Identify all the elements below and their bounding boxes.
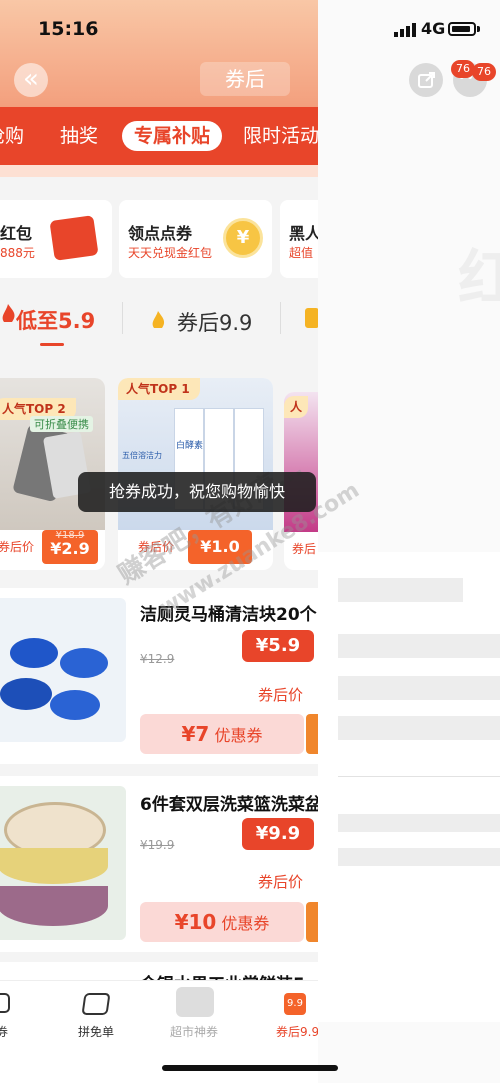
tab-qianggou[interactable]: 抢购 [0, 121, 24, 151]
home-indicator[interactable] [162, 1065, 338, 1071]
signal-icon [394, 22, 416, 37]
hero-faded-text: 券后 [200, 62, 290, 96]
product-tag: 可折叠便携 [30, 416, 93, 432]
red-envelope-icon [49, 215, 99, 261]
skeleton-line [338, 848, 500, 866]
coupon-button[interactable]: ¥7 优惠券 [140, 714, 304, 754]
supermarket-icon[interactable] [176, 987, 214, 1017]
coupon-icon[interactable] [0, 993, 10, 1013]
skeleton-line [338, 814, 500, 832]
toast-message: 抢券成功，祝您购物愉快 [78, 472, 316, 512]
wash-basket-image [0, 786, 126, 940]
coupon-edge[interactable] [306, 902, 318, 942]
category-icon [305, 308, 318, 328]
category-low-59[interactable]: 低至5.9 [16, 305, 95, 335]
tab-underbar [0, 165, 318, 177]
feature-title: 领点点券 [128, 224, 193, 243]
feature-title: 黑人 [289, 224, 318, 243]
list-item[interactable]: 洁厕灵马桶清洁块20个 ¥12.9 ¥5.9 券后价 ¥7 优惠券 [0, 588, 318, 764]
tab-choujiang[interactable]: 抽奖 [60, 121, 98, 151]
feature-card-hongbao[interactable]: 红包 888元 [0, 200, 112, 278]
tabbar-label[interactable]: 券 [0, 1023, 8, 1040]
battery-icon [448, 22, 476, 36]
coupon-edge[interactable] [306, 714, 318, 754]
flame-icon [150, 308, 168, 330]
discount-price: ¥5.9 [242, 630, 314, 662]
popularity-badge: 人 [284, 396, 309, 418]
skeleton-line [338, 578, 463, 602]
feature-subtitle: 超值 [289, 246, 314, 260]
category-divider [280, 302, 281, 334]
after-coupon-label: 券后 [292, 542, 317, 556]
skeleton-divider [338, 776, 500, 777]
back-button[interactable]: « [14, 63, 48, 97]
toilet-cleaner-image [0, 598, 126, 742]
after-99-icon[interactable]: 9.9 [284, 993, 306, 1015]
feature-subtitle: 天天兑现金红包 [128, 246, 213, 260]
after-coupon-label: 券后价 [258, 686, 304, 704]
coin-icon: ¥ [223, 218, 263, 258]
share-icon [418, 72, 435, 88]
item-title: 6件套双层洗菜篮洗菜盆 [140, 795, 318, 815]
share-button[interactable] [409, 63, 443, 97]
network-type: 4G [421, 19, 446, 38]
tab-xianshi-huodong[interactable]: 限时活动 [243, 121, 318, 151]
original-price: ¥12.9 [140, 652, 175, 666]
original-price: ¥19.9 [140, 838, 175, 852]
tabbar-label[interactable]: 拼免单 [78, 1023, 114, 1040]
after-coupon-label: 券后价 [258, 873, 304, 891]
tab-zhuanshu-butie[interactable]: 专属补贴 [122, 121, 223, 151]
feature-subtitle: 888元 [0, 246, 35, 260]
tab-bar: 抢购 抽奖 专属补贴 限时活动 [0, 107, 318, 165]
skeleton-line [338, 676, 500, 700]
discount-price: ¥9.9 [242, 818, 314, 850]
feature-title: 红包 [0, 224, 33, 243]
battery-tip [477, 26, 480, 32]
category-divider [122, 302, 123, 334]
status-bar: 15:16 4G [0, 0, 500, 60]
clock: 15:16 [38, 18, 99, 40]
category-active-indicator [40, 343, 64, 346]
tabbar-label[interactable]: 超市神券 [170, 1023, 218, 1040]
skeleton-line [338, 716, 500, 740]
loading-panel: 红 [318, 0, 500, 1083]
price-tag: ¥18.9 ¥2.9 [42, 530, 98, 564]
feature-card-heiren[interactable]: 黑人 超值 [280, 200, 318, 278]
popularity-badge: 人气TOP 1 [118, 378, 200, 400]
product-feature: 五倍溶洁力 [122, 451, 162, 460]
notification-badge: 76 [472, 63, 496, 81]
ghost-text: 红 [458, 244, 500, 314]
product-brand: 白酵素 [176, 441, 204, 451]
after-coupon-label: 券后价 [0, 540, 35, 554]
list-item[interactable]: 6件套双层洗菜篮洗菜盆 ¥19.9 ¥9.9 券后价 ¥10 优惠券 [0, 776, 318, 952]
skeleton-line [338, 634, 500, 658]
tabbar-label[interactable]: 券后9.9 [276, 1023, 318, 1040]
coupon-button[interactable]: ¥10 优惠券 [140, 902, 304, 942]
group-free-icon[interactable] [81, 993, 111, 1015]
category-after-99[interactable]: 券后9.9 [177, 307, 252, 337]
skeleton-card [318, 552, 500, 1022]
feature-card-lingdiandian[interactable]: 领点点券 天天兑现金红包 ¥ [119, 200, 272, 278]
